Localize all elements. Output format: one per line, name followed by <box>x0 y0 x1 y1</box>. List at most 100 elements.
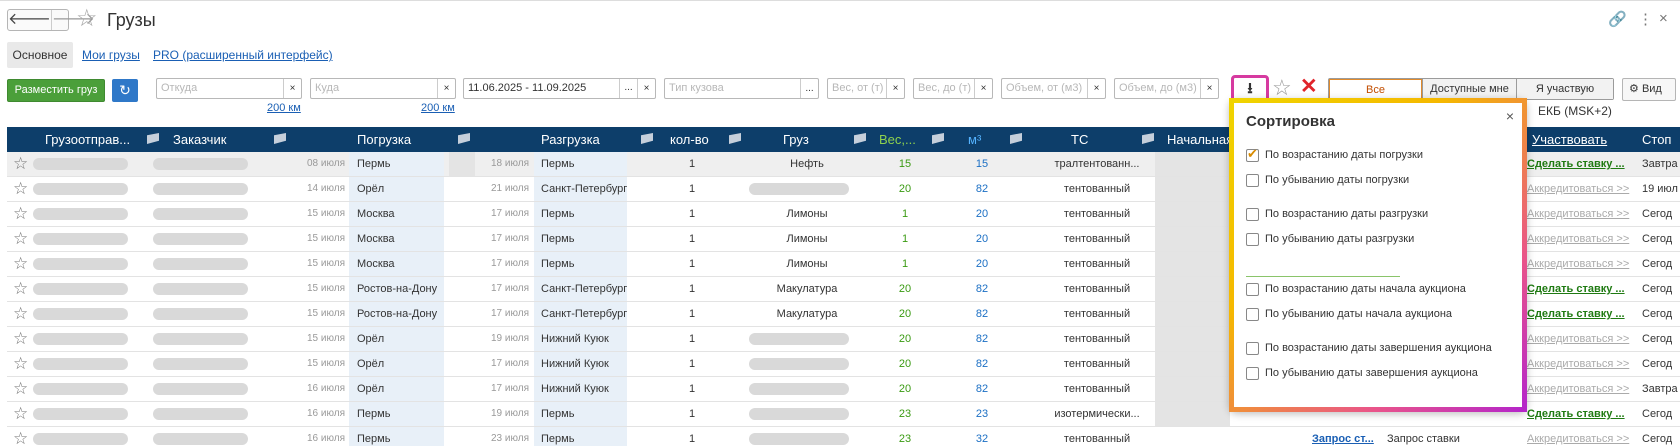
favorite-star-icon[interactable]: ☆ <box>13 203 28 225</box>
more-icon[interactable]: ⋮ <box>1638 10 1653 28</box>
sort-option[interactable]: По убыванию даты погрузки <box>1246 172 1409 188</box>
participate-link[interactable]: Сделать ставку ... <box>1527 402 1632 426</box>
participate-link[interactable]: Аккредитоваться >> <box>1527 202 1632 226</box>
filter-available-button[interactable]: Доступные мне <box>1422 79 1516 99</box>
checkbox[interactable] <box>1246 341 1259 355</box>
col-start-price[interactable]: Начальная <box>1167 127 1233 152</box>
link-icon[interactable]: 🔗 <box>1608 10 1627 28</box>
participate-link[interactable]: Аккредитоваться >> <box>1527 377 1632 401</box>
request-link[interactable]: Запрос ст... <box>1312 427 1380 446</box>
clear-icon[interactable]: × <box>437 79 455 98</box>
weight-to-field[interactable]: Вес, до (т) × <box>913 78 993 99</box>
filter-icon[interactable] <box>932 133 944 144</box>
participate-link[interactable]: Сделать ставку ... <box>1527 152 1632 176</box>
filter-icon[interactable] <box>1010 133 1022 144</box>
refresh-button[interactable]: ↻ <box>112 79 138 102</box>
filter-icon[interactable] <box>1142 133 1154 144</box>
participate-link[interactable]: Сделать ставку ... <box>1527 277 1632 301</box>
favorite-star-icon[interactable]: ☆ <box>13 253 28 275</box>
col-unloading[interactable]: Разгрузка <box>541 127 600 152</box>
checkbox[interactable] <box>1246 173 1259 187</box>
from-field[interactable]: Откуда × <box>156 78 302 99</box>
filter-icon[interactable] <box>729 133 741 144</box>
sort-option[interactable]: По возрастанию даты погрузки <box>1246 146 1423 163</box>
checkbox[interactable] <box>1246 307 1259 321</box>
favorite-star-icon[interactable]: ☆ <box>76 7 98 31</box>
participate-link[interactable]: Аккредитоваться >> <box>1527 352 1632 376</box>
col-participate[interactable]: Участвовать <box>1532 127 1607 152</box>
weight-from-field[interactable]: Вес, от (т) × <box>827 78 905 99</box>
checkbox[interactable] <box>1246 207 1259 221</box>
place-cargo-button[interactable]: Разместить груз <box>7 79 105 102</box>
back-button[interactable]: 🡐 <box>8 10 51 30</box>
sort-option[interactable]: По убыванию даты начала аукциона <box>1246 306 1452 322</box>
participate-link[interactable]: Аккредитоваться >> <box>1527 427 1632 446</box>
volume-to-field[interactable]: Объем, до (м3) × <box>1114 78 1219 99</box>
sort-option[interactable]: По убыванию даты завершения аукциона <box>1246 365 1478 381</box>
clear-icon[interactable]: × <box>637 79 655 98</box>
favorite-star-icon[interactable]: ☆ <box>13 153 28 175</box>
col-loading[interactable]: Погрузка <box>357 127 411 152</box>
clear-icon[interactable]: × <box>283 79 301 98</box>
clear-icon[interactable]: × <box>886 79 904 98</box>
favorite-star-icon[interactable]: ☆ <box>13 328 28 350</box>
filter-participate-button[interactable]: Я участвую <box>1516 79 1613 99</box>
participate-link[interactable]: Аккредитоваться >> <box>1527 252 1632 276</box>
sort-option[interactable]: По убыванию даты разгрузки <box>1246 231 1414 247</box>
filter-all-button[interactable]: Все <box>1329 79 1422 99</box>
favorite-star-icon[interactable]: ☆ <box>13 428 28 446</box>
date-range-field[interactable]: 11.06.2025 - 11.09.2025 ... × <box>463 78 656 99</box>
filter-icon[interactable] <box>274 133 286 144</box>
favorite-star-icon[interactable]: ☆ <box>13 228 28 250</box>
checkbox[interactable] <box>1246 232 1259 246</box>
col-customer[interactable]: Заказчик <box>173 127 226 152</box>
filter-icon[interactable] <box>641 133 653 144</box>
col-vehicle[interactable]: ТС <box>1071 127 1088 152</box>
favorite-star-icon[interactable]: ☆ <box>13 278 28 300</box>
clear-filters-icon[interactable]: ✕ <box>1300 74 1318 99</box>
col-cargo[interactable]: Груз <box>783 127 809 152</box>
from-radius-link[interactable]: 200 км <box>267 102 301 114</box>
select-button[interactable]: ... <box>800 79 818 98</box>
tab-main[interactable]: Основное <box>7 42 73 68</box>
to-radius-link[interactable]: 200 км <box>421 102 455 114</box>
checkbox[interactable] <box>1246 366 1259 380</box>
checkbox[interactable] <box>1246 282 1259 296</box>
participate-link[interactable]: Сделать ставку ... <box>1527 302 1632 326</box>
favorite-star-icon[interactable]: ☆ <box>13 353 28 375</box>
to-field[interactable]: Куда × <box>310 78 456 99</box>
favorite-star-icon[interactable]: ☆ <box>13 403 28 425</box>
hidden-customer <box>153 333 248 345</box>
view-button[interactable]: ⚙ Вид <box>1622 78 1676 101</box>
col-weight[interactable]: Вес,... <box>879 127 916 152</box>
col-volume[interactable]: м³ <box>968 127 981 152</box>
tab-pro[interactable]: PRO (расширенный интерфейс) <box>153 42 333 68</box>
clear-icon[interactable]: × <box>974 79 992 98</box>
filter-icon[interactable] <box>854 133 866 144</box>
participate-link[interactable]: Аккредитоваться >> <box>1527 227 1632 251</box>
sort-option[interactable]: По возрастанию даты разгрузки <box>1246 206 1428 222</box>
col-qty[interactable]: кол-во <box>670 127 709 152</box>
favorite-star-icon[interactable]: ☆ <box>13 378 28 400</box>
favorite-star-icon[interactable]: ☆ <box>13 178 28 200</box>
col-shipper[interactable]: Грузоотправ... <box>45 127 130 152</box>
filter-icon[interactable] <box>458 133 470 144</box>
close-icon[interactable]: × <box>1659 10 1668 27</box>
sort-option[interactable]: По возрастанию даты начала аукциона <box>1246 281 1466 297</box>
filter-icon[interactable] <box>147 133 159 144</box>
table-row[interactable]: ☆ 16 июля Пермь 23 июля Пермь 1 23 32 те… <box>7 427 1680 446</box>
col-stop[interactable]: Стоп <box>1642 127 1671 152</box>
date-picker-button[interactable]: ... <box>619 79 637 98</box>
favorite-star-icon[interactable]: ☆ <box>13 303 28 325</box>
sort-option[interactable]: По возрастанию даты завершения аукциона <box>1246 340 1492 356</box>
close-icon[interactable]: × <box>1506 108 1514 124</box>
clear-icon[interactable]: × <box>1087 79 1105 98</box>
volume-from-field[interactable]: Объем, от (м3) × <box>1001 78 1106 99</box>
hidden-customer <box>153 308 248 320</box>
body-type-field[interactable]: Тип кузова ... <box>664 78 819 99</box>
participate-link[interactable]: Аккредитоваться >> <box>1527 327 1632 351</box>
tab-my-cargo[interactable]: Мои грузы <box>82 42 140 68</box>
clear-icon[interactable]: × <box>1200 79 1218 98</box>
participate-link[interactable]: Аккредитоваться >> <box>1527 177 1632 201</box>
checkbox[interactable] <box>1246 146 1259 162</box>
